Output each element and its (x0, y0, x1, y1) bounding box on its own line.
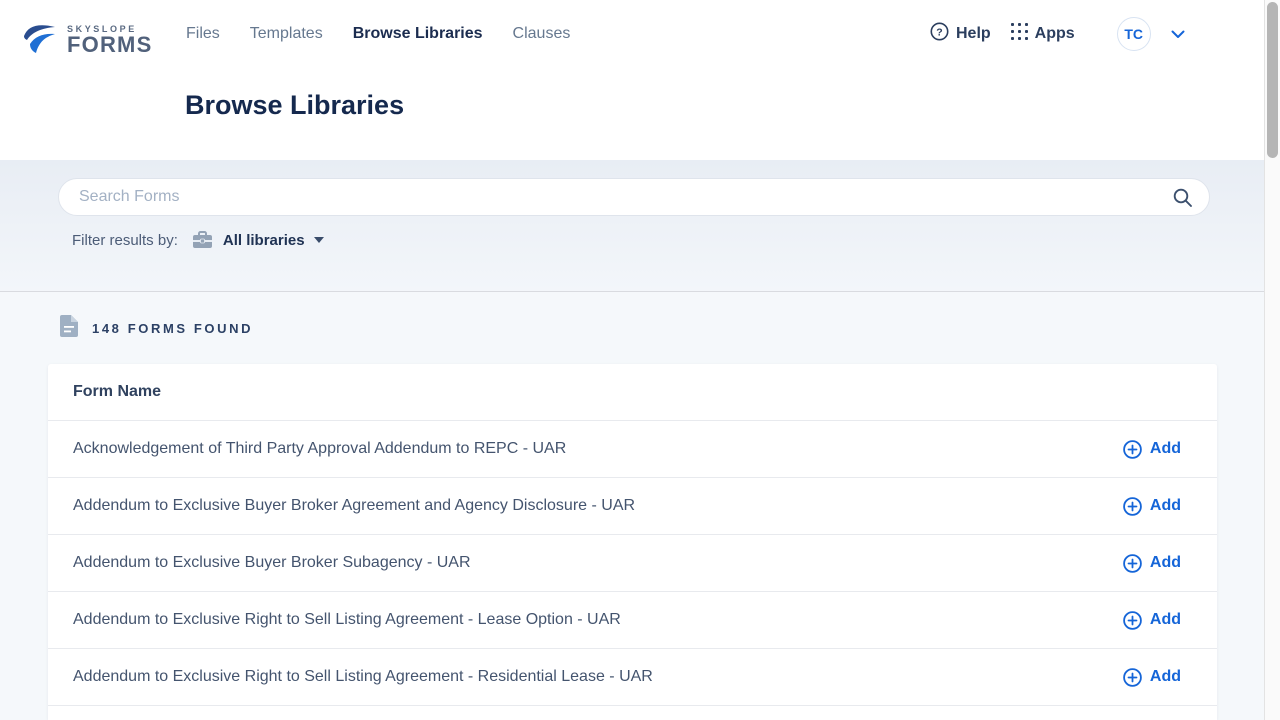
table-row: Addendum to Exclusive Buyer Broker Subag… (48, 535, 1217, 592)
table-row: Addendum to Exclusive Buyer Broker Agree… (48, 478, 1217, 535)
apps-button[interactable]: Apps (1011, 23, 1075, 45)
logo-forms-label: FORMS (67, 34, 152, 56)
plus-circle-icon (1123, 668, 1142, 687)
add-button-label: Add (1150, 497, 1181, 515)
plus-circle-icon (1123, 440, 1142, 459)
question-circle-icon: ? (930, 22, 949, 46)
form-name: Addendum to Exclusive Buyer Broker Agree… (73, 497, 635, 515)
results-count-row: 148 FORMS FOUND (60, 315, 253, 342)
page-scrollbar[interactable] (1264, 0, 1280, 720)
plus-circle-icon (1123, 497, 1142, 516)
scrollbar-thumb[interactable] (1267, 2, 1278, 158)
add-form-button[interactable]: Add (1123, 611, 1181, 630)
svg-text:?: ? (936, 26, 942, 38)
logo-text: SKYSLOPE FORMS (67, 22, 152, 56)
skyslope-forms-logo[interactable]: SKYSLOPE FORMS (22, 22, 152, 63)
add-form-button[interactable]: Add (1123, 554, 1181, 573)
caret-down-icon (314, 237, 324, 243)
add-button-label: Add (1150, 611, 1181, 629)
main-nav: Files Templates Browse Libraries Clauses (186, 25, 570, 43)
add-button-label: Add (1150, 440, 1181, 458)
form-name: Addendum to Exclusive Right to Sell List… (73, 668, 653, 686)
chevron-down-icon[interactable] (1171, 30, 1185, 39)
nav-item-templates[interactable]: Templates (250, 25, 323, 43)
table-header-form-name: Form Name (48, 364, 1217, 421)
form-name: Addendum to Exclusive Right to Sell List… (73, 611, 621, 629)
app-window: SKYSLOPE FORMS Files Templates Browse Li… (0, 0, 1264, 720)
add-form-button[interactable]: Add (1123, 668, 1181, 687)
briefcase-icon (192, 231, 213, 249)
add-form-button[interactable]: Add (1123, 497, 1181, 516)
nav-item-files[interactable]: Files (186, 25, 220, 43)
search-bar (58, 178, 1210, 216)
document-icon (60, 315, 78, 342)
header-actions: ? Help Apps TC (930, 17, 1185, 51)
help-label: Help (956, 25, 991, 43)
filter-label: Filter results by: (72, 232, 178, 249)
plus-circle-icon (1123, 611, 1142, 630)
filter-row: Filter results by: All libraries (72, 228, 324, 252)
table-row: Addendum to Exclusive Right to Sell List… (48, 592, 1217, 649)
search-input[interactable] (79, 188, 1172, 206)
nav-item-browse-libraries[interactable]: Browse Libraries (353, 25, 483, 43)
page-title: Browse Libraries (185, 90, 404, 121)
help-button[interactable]: ? Help (930, 22, 991, 46)
user-menu[interactable]: TC (1117, 17, 1185, 51)
forms-found-count: 148 FORMS FOUND (92, 321, 253, 336)
apps-label: Apps (1035, 25, 1075, 43)
filter-selected-value: All libraries (223, 232, 305, 249)
search-section: Filter results by: All libraries (0, 160, 1264, 292)
forms-table: Form Name Acknowledgement of Third Party… (48, 364, 1217, 720)
table-row-partial (48, 706, 1217, 720)
top-header: SKYSLOPE FORMS Files Templates Browse Li… (0, 0, 1264, 160)
library-filter-dropdown[interactable]: All libraries (178, 231, 324, 249)
table-row: Addendum to Exclusive Right to Sell List… (48, 649, 1217, 706)
add-form-button[interactable]: Add (1123, 440, 1181, 459)
skyslope-swoosh-icon (22, 22, 62, 63)
grid-icon (1011, 23, 1028, 45)
avatar[interactable]: TC (1117, 17, 1151, 51)
add-button-label: Add (1150, 554, 1181, 572)
nav-item-clauses[interactable]: Clauses (513, 25, 571, 43)
results-section: 148 FORMS FOUND Form Name Acknowledgemen… (0, 293, 1264, 720)
add-button-label: Add (1150, 668, 1181, 686)
search-icon[interactable] (1172, 187, 1193, 208)
form-name: Addendum to Exclusive Buyer Broker Subag… (73, 554, 471, 572)
table-row: Acknowledgement of Third Party Approval … (48, 421, 1217, 478)
form-name: Acknowledgement of Third Party Approval … (73, 440, 566, 458)
plus-circle-icon (1123, 554, 1142, 573)
